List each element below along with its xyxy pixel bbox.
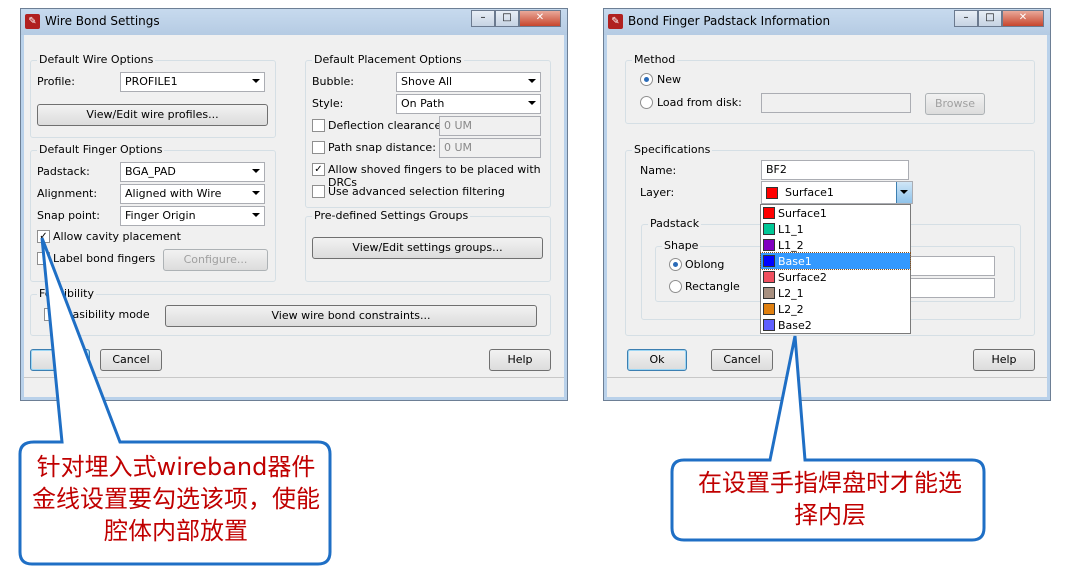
right-callout-text: 在设置手指焊盘时才能选择内层 xyxy=(698,469,962,529)
left-callout-text: 针对埋入式wireband器件金线设置要勾选该项，使能腔体内部放置 xyxy=(32,453,320,545)
